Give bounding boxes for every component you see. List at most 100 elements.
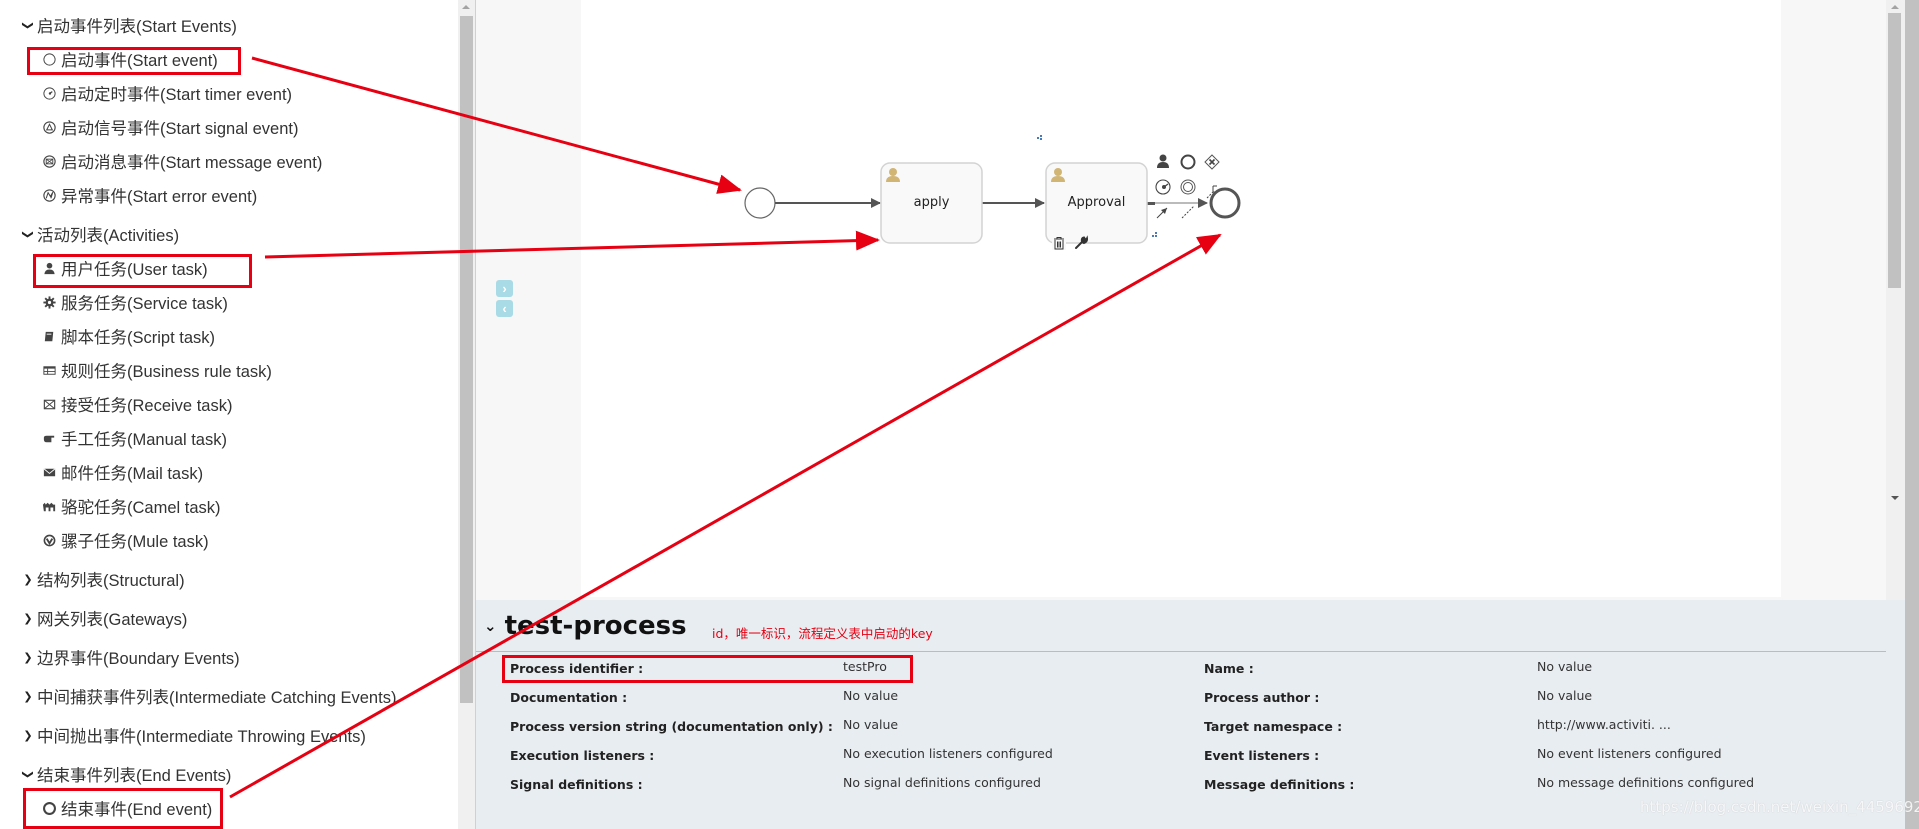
diagram-canvas[interactable] [581, 0, 1781, 597]
group-intermediate-catching-events[interactable]: ❯ 中间捕获事件列表(Intermediate Catching Events) [20, 685, 396, 707]
canvas-scrollbar[interactable] [1886, 0, 1905, 600]
chevron-right-icon: ❯ [23, 573, 33, 586]
prop-label-name: Name : [1204, 661, 1254, 676]
mule-icon [40, 531, 58, 549]
item-label: 启动定时事件(Start timer event) [61, 86, 293, 104]
prop-label-execution-listeners: Execution listeners : [510, 748, 655, 763]
start-event-icon [40, 50, 58, 68]
item-label: 异常事件(Start error event) [61, 188, 258, 206]
chevron-right-icon: ❯ [23, 690, 33, 703]
item-label: 启动消息事件(Start message event) [61, 154, 323, 172]
prop-value-event-listeners[interactable]: No event listeners configured [1537, 746, 1722, 761]
end-event[interactable] [1209, 187, 1241, 219]
palette-item-user-task[interactable]: 用户任务(User task) [40, 257, 208, 279]
scrollbar-thumb[interactable] [460, 16, 473, 703]
item-label: 规则任务(Business rule task) [61, 363, 272, 381]
collapse-palette-button[interactable]: ‹ [496, 300, 513, 317]
palette-item-script-task[interactable]: 脚本任务(Script task) [40, 325, 215, 347]
group-label: 网关列表(Gateways) [37, 611, 188, 629]
palette-item-start-signal-event[interactable]: 启动信号事件(Start signal event) [40, 116, 298, 138]
palette-item-camel-task[interactable]: 骆驼任务(Camel task) [40, 495, 221, 517]
chevron-down-icon: ❯ [21, 20, 34, 30]
palette-item-receive-task[interactable]: 接受任务(Receive task) [40, 393, 232, 415]
palette-scrollbar[interactable] [458, 0, 475, 829]
palette-item-start-message-event[interactable]: 启动消息事件(Start message event) [40, 150, 322, 172]
palette-item-end-event[interactable]: 结束事件(End event) [40, 797, 212, 819]
group-label: 结构列表(Structural) [37, 572, 185, 590]
palette-panel: ❯ 启动事件列表(Start Events) 启动事件(Start event)… [0, 0, 458, 829]
prop-value-message-definitions[interactable]: No message definitions configured [1537, 775, 1754, 790]
prop-value-execution-listeners[interactable]: No execution listeners configured [843, 746, 1053, 761]
prop-label-event-listeners: Event listeners : [1204, 748, 1320, 763]
script-icon [40, 327, 58, 345]
start-event[interactable] [744, 187, 776, 219]
item-label: 手工任务(Manual task) [61, 431, 227, 449]
chevron-left-icon: ‹ [502, 301, 507, 316]
prop-label-process-author: Process author : [1204, 690, 1320, 705]
process-title[interactable]: ⌄ test-process [484, 608, 687, 644]
item-label: 用户任务(User task) [61, 261, 208, 279]
trash-icon[interactable] [1052, 236, 1066, 250]
group-intermediate-throwing-events[interactable]: ❯ 中间抛出事件(Intermediate Throwing Events) [20, 724, 366, 746]
prop-value-documentation[interactable]: No value [843, 688, 898, 703]
annotation-note: id，唯一标识，流程定义表中启动的key [712, 626, 933, 641]
palette-item-mule-task[interactable]: 骡子任务(Mule task) [40, 529, 209, 551]
scroll-up-arrow-icon[interactable] [1891, 5, 1899, 9]
palette-item-mail-task[interactable]: 邮件任务(Mail task) [40, 461, 203, 483]
page-scrollbar[interactable] [1905, 0, 1919, 829]
item-label: 脚本任务(Script task) [61, 329, 216, 347]
scroll-down-arrow-icon[interactable] [1891, 496, 1899, 500]
palette-item-manual-task[interactable]: 手工任务(Manual task) [40, 427, 227, 449]
item-label: 启动事件(Start event) [61, 52, 218, 70]
group-boundary-events[interactable]: ❯ 边界事件(Boundary Events) [20, 646, 240, 668]
item-label: 邮件任务(Mail task) [61, 465, 204, 483]
chevron-right-icon: ❯ [23, 651, 33, 664]
prop-label-process-version: Process version string (documentation on… [510, 719, 833, 734]
prop-label-message-definitions: Message definitions : [1204, 777, 1355, 792]
group-structural[interactable]: ❯ 结构列表(Structural) [20, 568, 185, 590]
scroll-up-arrow-icon[interactable] [462, 5, 470, 9]
timer-icon [40, 84, 58, 102]
group-label: 边界事件(Boundary Events) [37, 650, 240, 668]
prop-label-documentation: Documentation : [510, 690, 628, 705]
prop-value-process-author[interactable]: No value [1537, 688, 1592, 703]
group-label: 中间抛出事件(Intermediate Throwing Events) [37, 728, 366, 746]
hand-icon [40, 429, 58, 447]
watermark: https://blog.csdn.net/weixin_44596921 [1640, 798, 1919, 816]
camel-icon [40, 497, 58, 515]
scrollbar-thumb[interactable] [1888, 13, 1901, 288]
expand-palette-button[interactable]: › [496, 280, 513, 297]
group-label: 结束事件列表(End Events) [37, 767, 232, 785]
prop-label-signal-definitions: Signal definitions : [510, 777, 643, 792]
palette-item-start-event[interactable]: 启动事件(Start event) [40, 48, 218, 70]
item-label: 接受任务(Receive task) [61, 397, 233, 415]
group-gateways[interactable]: ❯ 网关列表(Gateways) [20, 607, 187, 629]
prop-value-signal-definitions[interactable]: No signal definitions configured [843, 775, 1041, 790]
prop-value-target-namespace[interactable]: http://www.activiti. ... [1537, 717, 1671, 732]
task-label-approval: Approval [1067, 195, 1126, 210]
prop-value-process-identifier[interactable]: testPro [843, 659, 887, 674]
mail-icon [40, 463, 58, 481]
palette-item-start-timer-event[interactable]: 启动定时事件(Start timer event) [40, 82, 292, 104]
item-label: 骆驼任务(Camel task) [61, 499, 221, 517]
prop-label-process-identifier: Process identifier : [510, 661, 644, 676]
envelope-open-icon [40, 395, 58, 413]
palette-item-business-rule-task[interactable]: 规则任务(Business rule task) [40, 359, 272, 381]
properties-divider [476, 651, 1886, 652]
process-name: test-process [504, 611, 687, 641]
gear-icon [40, 293, 58, 311]
prop-label-target-namespace: Target namespace : [1204, 719, 1343, 734]
end-event-icon [40, 799, 58, 817]
prop-value-name[interactable]: No value [1537, 659, 1592, 674]
group-activities[interactable]: ❯ 活动列表(Activities) [20, 223, 180, 245]
group-label: 活动列表(Activities) [37, 227, 180, 245]
timer-icon[interactable] [1155, 179, 1171, 195]
group-start-events[interactable]: ❯ 启动事件列表(Start Events) [20, 14, 237, 36]
group-end-events[interactable]: ❯ 结束事件列表(End Events) [20, 763, 232, 785]
user-icon [40, 259, 58, 277]
group-label: 中间捕获事件列表(Intermediate Catching Events) [37, 689, 397, 707]
palette-item-start-error-event[interactable]: 异常事件(Start error event) [40, 184, 257, 206]
item-label: 启动信号事件(Start signal event) [61, 120, 299, 138]
prop-value-process-version[interactable]: No value [843, 717, 898, 732]
palette-item-service-task[interactable]: 服务任务(Service task) [40, 291, 228, 313]
